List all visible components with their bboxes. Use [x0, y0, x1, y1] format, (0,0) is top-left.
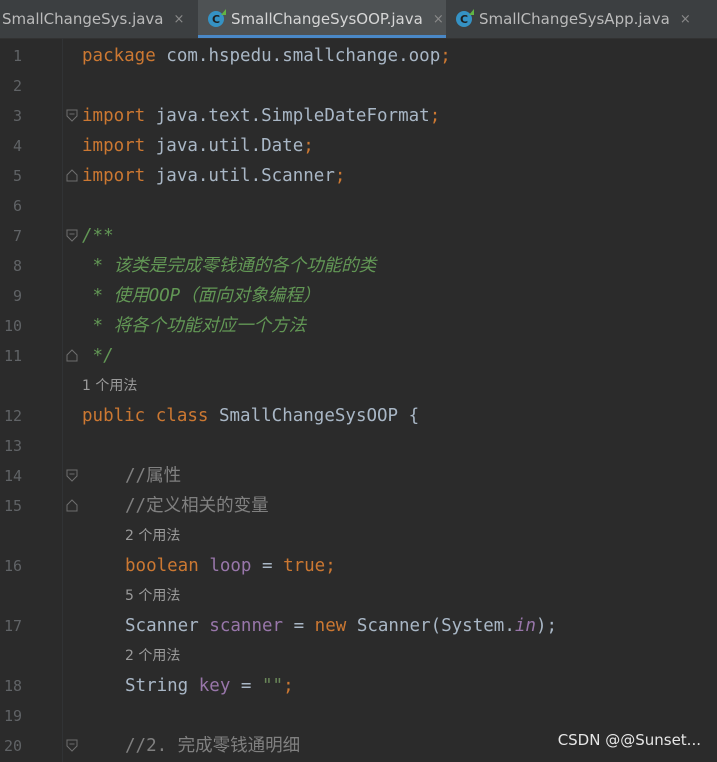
- line-number: 20: [3, 737, 22, 755]
- line-number: 9: [12, 287, 22, 305]
- line-number: 4: [12, 137, 22, 155]
- tab-smallchangesysoop[interactable]: C SmallChangeSysOOP.java ×: [198, 0, 446, 38]
- code-text[interactable]: package com.hspedu.smallchange.oop;: [82, 41, 451, 71]
- line-number: 13: [3, 437, 22, 455]
- close-tab-icon[interactable]: ×: [433, 12, 444, 27]
- code-text[interactable]: String key = "";: [125, 671, 294, 701]
- code-text[interactable]: boolean loop = true;: [125, 551, 336, 581]
- csdn-watermark: CSDN @@Sunset...: [557, 731, 701, 749]
- usage-hint[interactable]: 5 个用法: [125, 581, 180, 611]
- code-line-14[interactable]: 14 //属性: [0, 461, 717, 491]
- usage-hint[interactable]: 1 个用法: [82, 371, 137, 401]
- close-tab-icon[interactable]: ×: [680, 12, 691, 27]
- javadoc-text[interactable]: * 该类是完成零钱通的各个功能的类: [82, 251, 377, 281]
- fold-start-icon[interactable]: [66, 229, 78, 242]
- fold-end-icon[interactable]: [66, 349, 78, 362]
- fold-start-icon[interactable]: [66, 469, 78, 482]
- fold-start-icon[interactable]: [66, 739, 78, 752]
- line-number: 19: [3, 707, 22, 725]
- tab-label: SmallChangeSysOOP.java: [231, 10, 423, 28]
- code-text[interactable]: public class SmallChangeSysOOP {: [82, 401, 419, 431]
- usage-hint[interactable]: 2 个用法: [125, 521, 180, 551]
- line-number: 10: [3, 317, 22, 335]
- javadoc-text[interactable]: * 将各个功能对应一个方法: [82, 311, 307, 341]
- tab-label: SmallChangeSysApp.java: [479, 10, 670, 28]
- tab-smallchangesysapp[interactable]: C SmallChangeSysApp.java ×: [452, 0, 717, 38]
- java-class-icon: C: [456, 9, 474, 27]
- line-number: 18: [3, 677, 22, 695]
- code-line-19[interactable]: 19: [0, 701, 717, 731]
- code-text[interactable]: Scanner scanner = new Scanner(System.in)…: [125, 611, 557, 641]
- code-line-3[interactable]: 3 import java.text.SimpleDateFormat;: [0, 101, 717, 131]
- code-line-7[interactable]: 7 /**: [0, 221, 717, 251]
- javadoc-text[interactable]: */: [82, 341, 114, 371]
- line-number: 7: [12, 227, 22, 245]
- line-number: 11: [3, 347, 22, 365]
- code-line-11[interactable]: 11 */: [0, 341, 717, 371]
- code-text[interactable]: import java.text.SimpleDateFormat;: [82, 101, 440, 131]
- line-number: 3: [12, 107, 22, 125]
- line-number: 17: [3, 617, 22, 635]
- code-line-4[interactable]: 4 import java.util.Date;: [0, 131, 717, 161]
- close-tab-icon[interactable]: ×: [174, 12, 185, 27]
- code-line-1[interactable]: 1 package com.hspedu.smallchange.oop;: [0, 41, 717, 71]
- code-line-10[interactable]: 10 * 将各个功能对应一个方法: [0, 311, 717, 341]
- code-line-18[interactable]: 18 String key = "";: [0, 671, 717, 701]
- code-line-8[interactable]: 8 * 该类是完成零钱通的各个功能的类: [0, 251, 717, 281]
- line-number: 6: [12, 197, 22, 215]
- code-line-12[interactable]: 12 public class SmallChangeSysOOP {: [0, 401, 717, 431]
- editor-tab-bar: SmallChangeSys.java × C SmallChangeSysOO…: [0, 0, 717, 39]
- line-number: 14: [3, 467, 22, 485]
- line-number: 16: [3, 557, 22, 575]
- line-number: 8: [12, 257, 22, 275]
- comment-text[interactable]: //2. 完成零钱通明细: [125, 731, 300, 761]
- fold-end-icon[interactable]: [66, 499, 78, 512]
- tab-label: SmallChangeSys.java: [2, 10, 164, 28]
- javadoc-text[interactable]: /**: [82, 221, 114, 251]
- tab-smallchangesys[interactable]: SmallChangeSys.java ×: [0, 0, 198, 38]
- code-text[interactable]: import java.util.Scanner;: [82, 161, 345, 191]
- comment-text[interactable]: //属性: [125, 461, 181, 491]
- java-class-icon: C: [208, 9, 226, 27]
- code-line-6[interactable]: 6: [0, 191, 717, 221]
- line-number: 2: [12, 77, 22, 95]
- code-line-16[interactable]: 16 boolean loop = true;: [0, 551, 717, 581]
- line-number: 12: [3, 407, 22, 425]
- fold-start-icon[interactable]: [66, 109, 78, 122]
- code-line-2[interactable]: 2: [0, 71, 717, 101]
- code-line-15[interactable]: 15 //定义相关的变量: [0, 491, 717, 521]
- code-line-9[interactable]: 9 * 使用OOP（面向对象编程）: [0, 281, 717, 311]
- line-number: 1: [12, 47, 22, 65]
- code-text[interactable]: import java.util.Date;: [82, 131, 314, 161]
- code-line-17[interactable]: 17 Scanner scanner = new Scanner(System.…: [0, 611, 717, 641]
- fold-end-icon[interactable]: [66, 169, 78, 182]
- line-number: 5: [12, 167, 22, 185]
- usage-hint[interactable]: 2 个用法: [125, 641, 180, 671]
- line-number: 15: [3, 497, 22, 515]
- code-line-5[interactable]: 5 import java.util.Scanner;: [0, 161, 717, 191]
- javadoc-text[interactable]: * 使用OOP（面向对象编程）: [82, 281, 321, 311]
- comment-text[interactable]: //定义相关的变量: [125, 491, 269, 521]
- code-line-13[interactable]: 13: [0, 431, 717, 461]
